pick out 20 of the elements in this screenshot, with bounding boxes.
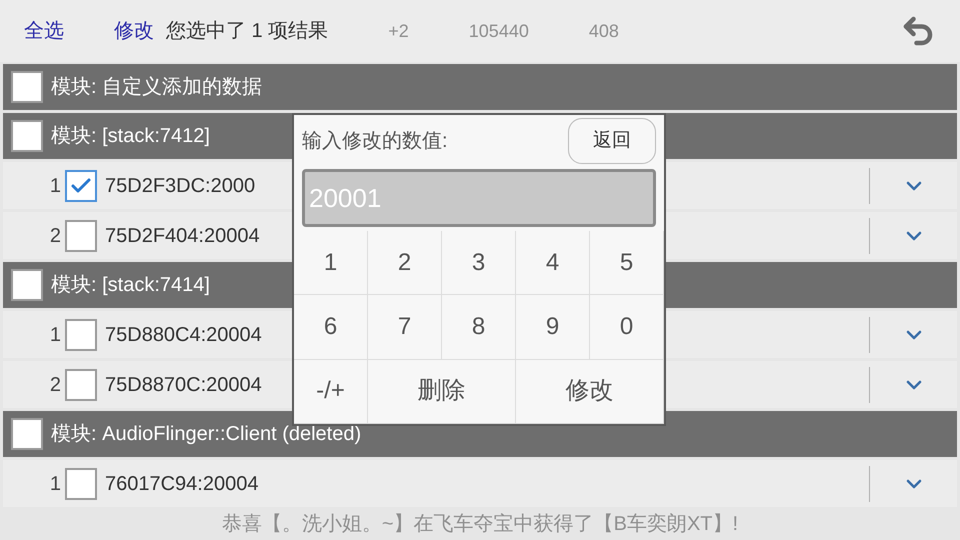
row-index: 1	[48, 322, 62, 348]
row-index: 1	[48, 472, 62, 496]
status-text: 您选中了 1 项结果	[166, 19, 328, 44]
stat-value: +2	[388, 20, 409, 42]
row-index: 2	[48, 224, 62, 248]
row-index: 1	[48, 174, 62, 198]
banner-text: 恭喜【。洗小姐。~】在飞车夺宝中获得了【B车奕朗XT】!	[222, 512, 738, 536]
address-text: 76017C94:20004	[105, 472, 258, 496]
address-text: 75D2F404:20004	[105, 224, 260, 248]
module-title: 模块: AudioFlinger::Client (deleted)	[51, 422, 362, 447]
stat-value: 408	[588, 20, 619, 42]
module-title: 模块: [stack:7414]	[51, 273, 210, 298]
module-title: 模块: [stack:7412]	[51, 124, 210, 149]
dialog-prompt: 输入修改的数值:	[302, 129, 448, 154]
row-index: 2	[48, 372, 62, 398]
stat-value: 105440	[468, 20, 529, 42]
module-title: 模块: 自定义添加的数据	[51, 75, 262, 100]
address-text: 75D8870C:20004	[105, 372, 262, 398]
address-text: 75D2F3DC:2000	[105, 174, 256, 198]
address-text: 75D880C4:20004	[105, 322, 262, 348]
